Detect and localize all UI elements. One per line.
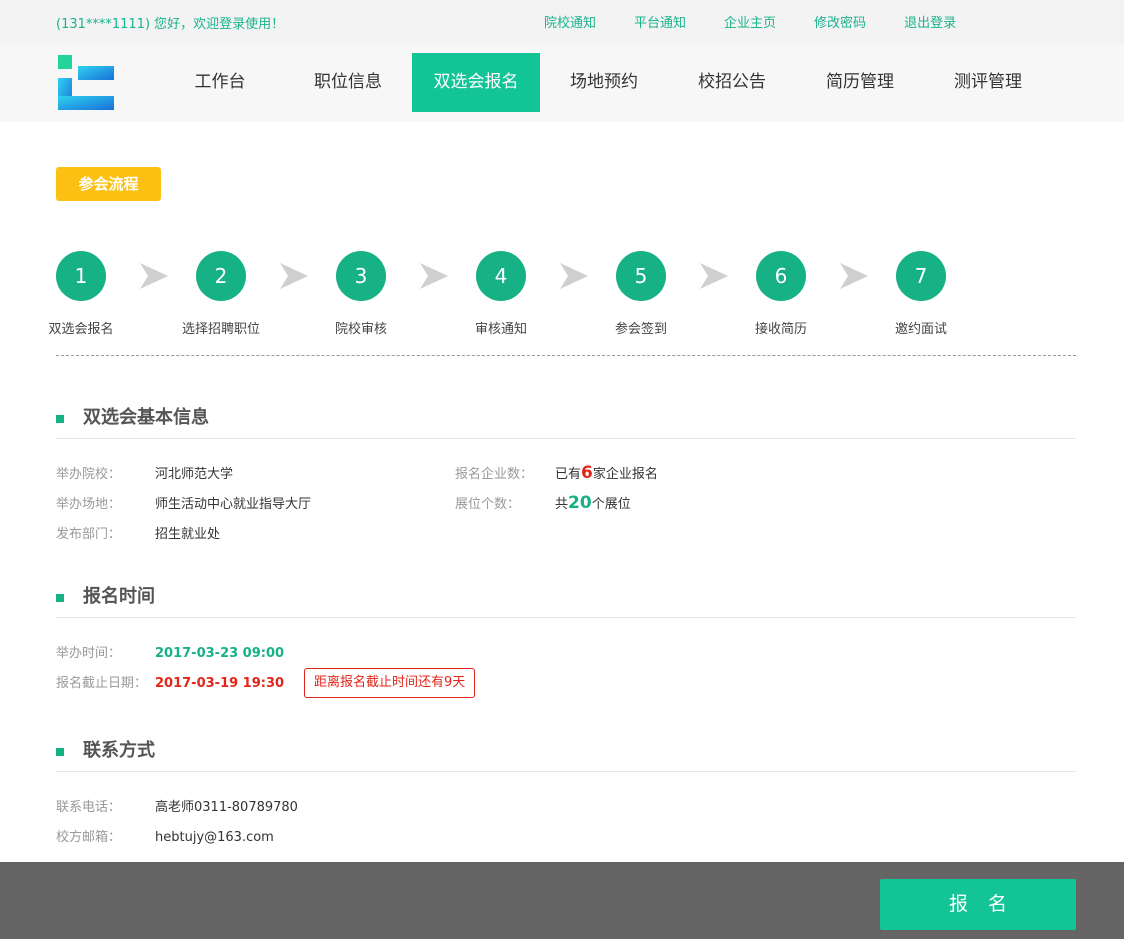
main-nav: 工作台 职位信息 双选会报名 场地预约 校招公告 简历管理 测评管理 — [156, 53, 1052, 112]
step-3: 3 院校审核 — [296, 251, 426, 337]
dept-value: 招生就业处 — [155, 527, 221, 542]
nav-positions[interactable]: 职位信息 — [284, 53, 412, 112]
step-5: 5 参会签到 — [576, 251, 706, 337]
welcome-text: (131****1111) 您好，欢迎登录使用！ — [56, 17, 285, 32]
venue-value: 师生活动中心就业指导大厅 — [155, 497, 312, 512]
step-2: 2 选择招聘职位 — [156, 251, 286, 337]
step-number: 6 — [756, 251, 806, 301]
email-label: 校方邮箱： — [56, 830, 122, 845]
booths-value: 共20个展位 — [555, 493, 631, 513]
nav-resume-management[interactable]: 简历管理 — [796, 53, 924, 112]
link-company-home[interactable]: 企业主页 — [724, 12, 776, 31]
phone-label: 联系电话： — [56, 800, 122, 815]
email-value: hebtujy@163.com — [155, 830, 274, 845]
step-number: 1 — [56, 251, 106, 301]
section-title-contact: 联系方式 — [56, 741, 1076, 761]
countdown-badge: 距离报名截止时间还有9天 — [304, 668, 476, 698]
time-info: 举办时间： 2017-03-23 09:00 报名截止日期： 2017-03-1… — [56, 646, 1076, 706]
school-value: 河北师范大学 — [155, 467, 234, 482]
step-7: 7 邀约面试 — [856, 251, 986, 337]
hold-time-value: 2017-03-23 09:00 — [155, 646, 285, 661]
flow-badge: 参会流程 — [56, 167, 161, 201]
signup-button[interactable]: 报名 — [880, 879, 1076, 930]
nav-venue-booking[interactable]: 场地预约 — [540, 53, 668, 112]
footer-action-bar: 报名 — [0, 862, 1124, 939]
companies-count: 6 — [581, 463, 593, 483]
step-number: 7 — [896, 251, 946, 301]
step-label: 审核通知 — [474, 322, 527, 337]
step-number: 4 — [476, 251, 526, 301]
basic-info: 举办院校： 河北师范大学 报名企业数： 已有6家企业报名 举办场地： 师生活动中… — [56, 463, 1076, 557]
phone-value: 高老师0311-80789780 — [155, 800, 298, 815]
contact-info: 联系电话： 高老师0311-80789780 校方邮箱： hebtujy@163… — [56, 800, 1076, 860]
flow-steps: 1 双选会报名 2 选择招聘职位 3 院校审核 4 审核通知 5 参会签到 6 … — [48, 251, 1076, 371]
section-line — [56, 771, 1076, 772]
hold-time-label: 举办时间： — [56, 646, 122, 661]
main-content: 参会流程 1 双选会报名 2 选择招聘职位 3 院校审核 4 审核通知 5 参会… — [48, 167, 1076, 860]
link-logout[interactable]: 退出登录 — [904, 12, 956, 31]
section-line — [56, 438, 1076, 439]
step-label: 院校审核 — [334, 322, 387, 337]
step-number: 2 — [196, 251, 246, 301]
step-number: 3 — [336, 251, 386, 301]
section-title-basic-info: 双选会基本信息 — [56, 408, 1076, 428]
companies-value: 已有6家企业报名 — [555, 463, 658, 483]
dept-label: 发布部门： — [56, 527, 122, 542]
deadline-label: 报名截止日期： — [56, 676, 148, 691]
step-6: 6 接收简历 — [716, 251, 846, 337]
companies-label: 报名企业数： — [455, 467, 534, 482]
step-1: 1 双选会报名 — [16, 251, 146, 337]
step-label: 邀约面试 — [894, 322, 947, 337]
top-links: 院校通知 平台通知 企业主页 修改密码 退出登录 — [544, 12, 994, 31]
logo-icon[interactable] — [56, 52, 116, 112]
nav-recruit-notice[interactable]: 校招公告 — [668, 53, 796, 112]
link-change-password[interactable]: 修改密码 — [814, 12, 866, 31]
booths-count: 20 — [568, 493, 592, 513]
deadline-value: 2017-03-19 19:30 — [155, 676, 285, 691]
link-school-notice[interactable]: 院校通知 — [544, 12, 596, 31]
school-label: 举办院校： — [56, 467, 122, 482]
booths-label: 展位个数： — [455, 497, 521, 512]
step-4: 4 审核通知 — [436, 251, 566, 337]
step-label: 参会签到 — [614, 322, 667, 337]
nav-workbench[interactable]: 工作台 — [156, 53, 284, 112]
step-number: 5 — [616, 251, 666, 301]
section-line — [56, 617, 1076, 618]
venue-label: 举办场地： — [56, 497, 122, 512]
section-title-time: 报名时间 — [56, 587, 1076, 607]
step-label: 选择招聘职位 — [181, 322, 260, 337]
nav-job-fair-signup[interactable]: 双选会报名 — [412, 53, 540, 112]
nav-bar: 工作台 职位信息 双选会报名 场地预约 校招公告 简历管理 测评管理 — [0, 43, 1124, 122]
nav-assessment-management[interactable]: 测评管理 — [924, 53, 1052, 112]
step-label: 双选会报名 — [48, 322, 114, 337]
top-bar: (131****1111) 您好，欢迎登录使用！ 院校通知 平台通知 企业主页 … — [0, 0, 1124, 43]
step-label: 接收简历 — [754, 322, 807, 337]
link-platform-notice[interactable]: 平台通知 — [634, 12, 686, 31]
